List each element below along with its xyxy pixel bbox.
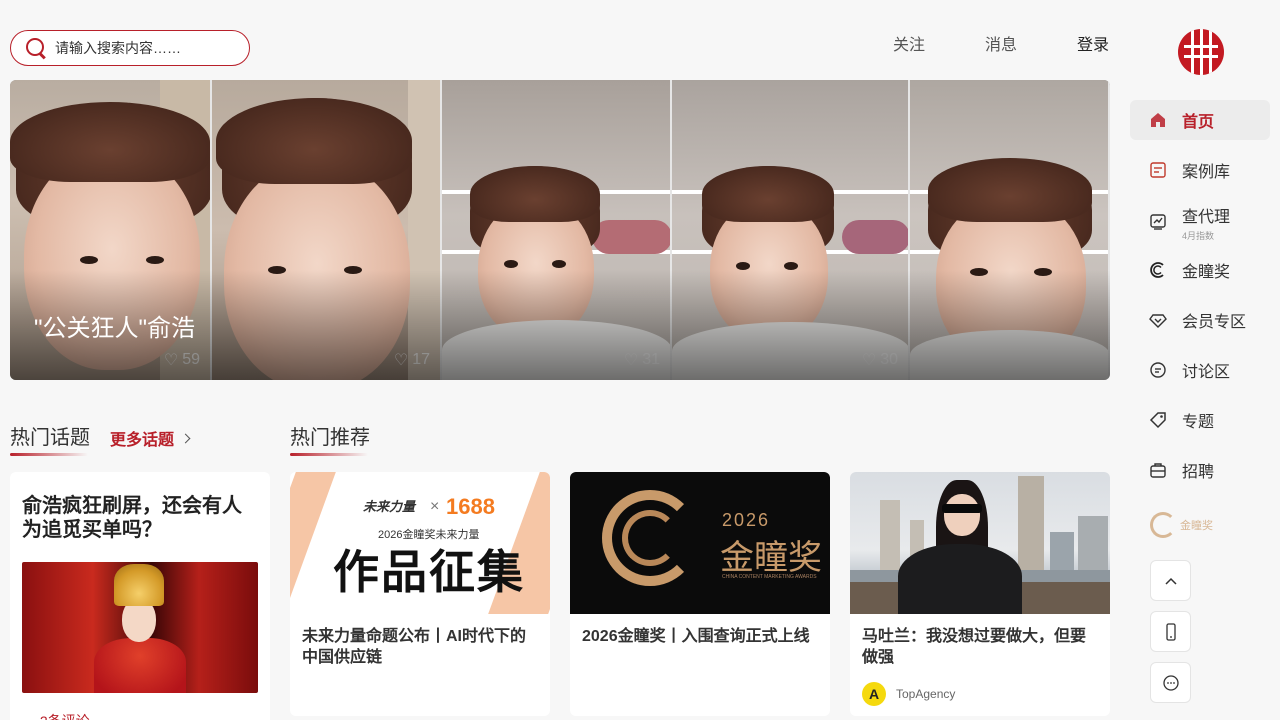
chat-icon xyxy=(1149,361,1167,379)
recommend-card[interactable]: 马吐兰：我没想过要做大，但要做强 A TopAgency xyxy=(850,472,1110,716)
section-underline xyxy=(10,453,88,456)
doc-icon xyxy=(1149,161,1167,179)
recommend-image[interactable]: 2026 金瞳奖 CHINA CONTENT MARKETING AWARDS xyxy=(570,472,830,614)
chart-icon xyxy=(1149,213,1167,231)
sidebar-item-sublabel: 4月指数 xyxy=(1182,230,1215,241)
image-brand: 1688 xyxy=(446,494,495,519)
hot-topics-title: 热门话题 xyxy=(10,427,90,449)
banner-frame[interactable]: ♡ 17 xyxy=(212,80,442,380)
award-icon xyxy=(1149,261,1167,279)
site-logo[interactable] xyxy=(1178,29,1224,75)
tag-icon xyxy=(1149,411,1167,429)
search-icon xyxy=(25,37,47,59)
message-icon xyxy=(1162,674,1179,691)
more-topics-label: 更多话题 xyxy=(110,432,175,449)
recommend-title[interactable]: 未来力量命题公布丨AI时代下的中国供应链 xyxy=(290,614,550,668)
nav-follow-link[interactable]: 关注 xyxy=(893,31,925,55)
banner-likes: ♡ 59 xyxy=(163,351,200,369)
heart-icon: ♡ xyxy=(393,352,409,369)
nav-messages-link[interactable]: 消息 xyxy=(985,31,1017,55)
nav-login-link[interactable]: 登录 xyxy=(1077,31,1109,55)
hero-banner[interactable]: ♡ 59 ♡ 17 ♡ 31 ♡ 30 "公关狂人"俞浩 xyxy=(10,80,1110,380)
author-avatar: A xyxy=(862,682,886,706)
hot-recommend-title: 热门推荐 xyxy=(290,427,370,449)
sidebar-item-discussion[interactable]: 讨论区 xyxy=(1130,350,1270,390)
heart-icon: ♡ xyxy=(861,352,877,369)
banner-frame[interactable]: ♡ 31 xyxy=(442,80,672,380)
recommend-image[interactable]: 未来力量 × 1688 2026金瞳奖未来力量 作品征集 xyxy=(290,472,550,614)
award-logo-icon xyxy=(1150,512,1176,538)
topic-comments[interactable]: — 2条评论 xyxy=(22,711,258,720)
briefcase-icon xyxy=(1149,461,1167,479)
recommend-image[interactable] xyxy=(850,472,1110,614)
recommend-card[interactable]: 2026 金瞳奖 CHINA CONTENT MARKETING AWARDS … xyxy=(570,472,830,716)
sidebar-item-agency[interactable]: 查代理 4月指数 xyxy=(1130,200,1270,244)
sidebar-item-topics[interactable]: 专题 xyxy=(1130,400,1270,440)
heart-icon: ♡ xyxy=(163,352,179,369)
author[interactable]: A TopAgency xyxy=(862,682,955,706)
sidebar-item-label: 查代理 xyxy=(1182,208,1231,226)
search-input[interactable] xyxy=(55,40,235,56)
author-name: TopAgency xyxy=(896,687,956,701)
back-to-top-button[interactable] xyxy=(1150,560,1191,601)
chevron-right-icon xyxy=(180,433,191,443)
sidebar-item-label: 招聘 xyxy=(1182,464,1215,481)
sidebar-item-label: 专题 xyxy=(1182,414,1215,431)
sidebar-item-label: 首页 xyxy=(1182,114,1215,131)
banner-frame[interactable]: ♡ 30 xyxy=(672,80,910,380)
sidebar-item-cases[interactable]: 案例库 xyxy=(1130,150,1270,190)
sunglasses xyxy=(942,504,982,513)
banner-likes: ♡ 17 xyxy=(393,351,430,369)
sidebar-item-award[interactable]: 金瞳奖 xyxy=(1130,250,1270,290)
topic-title[interactable]: 俞浩疯狂刷屏，还会有人为追觅买单吗？ xyxy=(22,494,258,542)
sidebar-item-members[interactable]: 会员专区 xyxy=(1130,300,1270,340)
banner-title[interactable]: "公关狂人"俞浩 xyxy=(34,308,195,343)
sidebar-item-label: 案例库 xyxy=(1182,164,1231,181)
sidebar-item-label: 金瞳奖 xyxy=(1182,264,1231,281)
topic-card[interactable]: 俞浩疯狂刷屏，还会有人为追觅买单吗？ — 2条评论 xyxy=(10,472,270,720)
chevron-up-icon xyxy=(1164,577,1177,585)
heart-icon: ♡ xyxy=(623,352,639,369)
recommend-card[interactable]: 未来力量 × 1688 2026金瞳奖未来力量 作品征集 未来力量命题公布丨AI… xyxy=(290,472,550,716)
banner-likes: ♡ 30 xyxy=(861,351,898,369)
recommend-title[interactable]: 马吐兰：我没想过要做大，但要做强 xyxy=(850,614,1110,668)
topic-image[interactable] xyxy=(22,562,258,693)
phone-icon xyxy=(1165,622,1176,641)
section-underline xyxy=(290,453,368,456)
recommend-title[interactable]: 2026金瞳奖丨入围查询正式上线 xyxy=(570,614,830,647)
search-box[interactable] xyxy=(10,30,250,66)
award-logo[interactable]: 金瞳奖 xyxy=(1150,510,1214,540)
image-headline: 作品征集 xyxy=(333,546,525,598)
feedback-button[interactable] xyxy=(1150,662,1191,703)
more-topics-link[interactable]: 更多话题 xyxy=(110,426,191,450)
banner-frame[interactable] xyxy=(910,80,1110,380)
sidebar-item-home[interactable]: 首页 xyxy=(1130,100,1270,140)
sidebar-item-jobs[interactable]: 招聘 xyxy=(1130,450,1270,490)
sidebar-item-label: 讨论区 xyxy=(1182,364,1231,381)
home-icon xyxy=(1149,111,1167,129)
banner-likes: ♡ 31 xyxy=(623,351,660,369)
image-logo: 未来力量 xyxy=(363,499,416,514)
diamond-icon xyxy=(1149,311,1167,329)
sidebar-item-label: 会员专区 xyxy=(1182,314,1247,331)
mobile-button[interactable] xyxy=(1150,611,1191,652)
